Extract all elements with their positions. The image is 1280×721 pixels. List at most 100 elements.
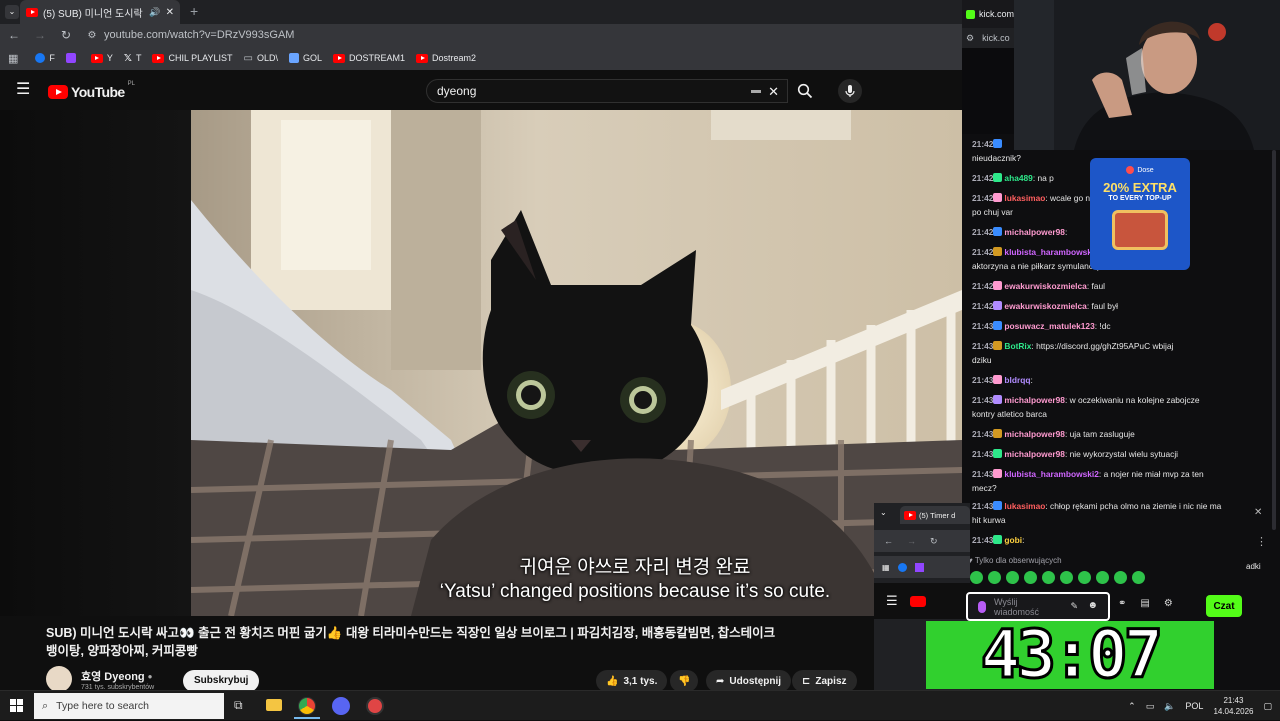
store-icon[interactable]: ▤ xyxy=(1140,598,1149,609)
video-player[interactable] xyxy=(191,110,962,616)
forward-icon[interactable]: → xyxy=(34,28,46,42)
voice-search-button[interactable] xyxy=(838,79,862,103)
discord-icon[interactable] xyxy=(332,697,350,715)
clock[interactable]: 21:43 14.04.2026 xyxy=(1213,695,1253,717)
taskbar-search-input[interactable]: ⌕ Type here to search xyxy=(34,693,224,719)
chat-username[interactable]: posuwacz_matulek123 xyxy=(1004,321,1094,331)
chat-username[interactable]: bldrqq xyxy=(1004,375,1030,385)
tab-search-icon[interactable]: ⌄ xyxy=(880,508,887,517)
site-settings-icon[interactable]: ⚙ xyxy=(86,30,98,41)
settings-icon[interactable]: ⚙ xyxy=(1164,598,1173,609)
emote-icon[interactable] xyxy=(1024,571,1037,584)
emote-icon[interactable] xyxy=(1042,571,1055,584)
ad-banner[interactable]: Dose 20% EXTRA TO EVERY TOP-UP xyxy=(1090,158,1190,270)
chat-username[interactable]: michalpower98 xyxy=(1004,449,1065,459)
emote-icon[interactable] xyxy=(1060,571,1073,584)
chat-message-input[interactable]: Wyślij wiadomość ✎ ☻ xyxy=(966,592,1110,621)
chat-username[interactable]: BotRix xyxy=(1004,341,1031,351)
bookmark-0[interactable]: F xyxy=(35,53,55,63)
microphone-icon[interactable] xyxy=(978,600,986,613)
kick-tab[interactable]: kick.com/ xyxy=(962,0,1022,28)
emote-icon[interactable] xyxy=(1006,571,1019,584)
search-button[interactable] xyxy=(788,79,822,103)
bookmark-1[interactable] xyxy=(65,53,80,63)
reload-icon[interactable]: ↻ xyxy=(60,28,72,42)
emote-icon[interactable] xyxy=(970,571,983,584)
chat-send-button[interactable]: Czat xyxy=(1206,595,1242,617)
chat-username[interactable]: klubista_harambowski2 xyxy=(1004,247,1099,257)
windows-start-icon[interactable] xyxy=(10,699,23,712)
chat-username[interactable]: aha489 xyxy=(1004,173,1032,183)
bookmark-3[interactable]: 𝕏T xyxy=(124,53,142,64)
translate-icon[interactable]: ✎ xyxy=(1070,601,1078,612)
chat-scrollbar[interactable] xyxy=(1272,150,1276,530)
bookmark-7[interactable]: DOSTREAM1 xyxy=(333,53,405,63)
app-icon[interactable] xyxy=(366,697,384,715)
chat-username[interactable]: klubista_harambowski2 xyxy=(1004,469,1099,479)
bookmark-2[interactable]: Y xyxy=(90,53,113,63)
emote-bar[interactable] xyxy=(970,571,1160,585)
bookmark-8[interactable]: Dostream2 xyxy=(416,53,476,63)
like-button[interactable]: 👍 3,1 tys. xyxy=(596,670,668,692)
twitch-icon[interactable] xyxy=(914,562,924,572)
emote-icon[interactable] xyxy=(988,571,1001,584)
bookmark-6[interactable]: GOL xyxy=(288,53,322,63)
mini-tab[interactable]: (5) Timer d xyxy=(900,506,970,524)
apps-grid-icon[interactable]: ▦ xyxy=(8,52,18,65)
subscribe-button[interactable]: Subskrybuj xyxy=(183,670,260,692)
tray-chevron-icon[interactable]: ⌃ xyxy=(1128,701,1136,712)
chat-username[interactable]: gobi xyxy=(1004,535,1022,545)
chat-username[interactable]: lukasimao xyxy=(1004,501,1045,511)
emote-icon[interactable] xyxy=(1114,571,1127,584)
tab-close-icon[interactable]: ✕ xyxy=(166,7,174,18)
tab-search-icon[interactable]: ⌄ xyxy=(5,5,19,19)
task-view-icon[interactable]: ⧉ xyxy=(234,698,243,713)
speaker-icon[interactable]: 🔊 xyxy=(149,7,160,18)
forward-icon[interactable]: → xyxy=(907,536,916,546)
new-tab-icon[interactable]: + xyxy=(190,3,198,19)
tab-youtube[interactable]: (5) SUB) 미니언 도시락 싸고 🔊 ✕ xyxy=(20,0,180,24)
site-settings-icon[interactable]: ⚙ xyxy=(966,33,974,44)
chrome-icon[interactable] xyxy=(298,697,316,715)
search-input[interactable]: dyeong ▬ ✕ xyxy=(426,79,788,103)
menu-icon[interactable]: ☰ xyxy=(16,82,30,98)
save-button[interactable]: ⊏ Zapisz xyxy=(792,670,857,692)
chat-message: 21:42 xyxy=(972,138,1240,150)
apps-grid-icon[interactable]: ▦ xyxy=(882,563,890,572)
menu-icon[interactable]: ☰ xyxy=(886,593,898,609)
facebook-icon[interactable] xyxy=(897,562,907,572)
network-icon[interactable]: ▭ xyxy=(1146,701,1155,712)
notifications-icon[interactable]: ▢ xyxy=(1263,701,1272,712)
chat-username[interactable]: michalpower98 xyxy=(1004,395,1065,405)
chat-username[interactable]: ewakurwiskozmielca xyxy=(1004,281,1086,291)
emote-icon[interactable] xyxy=(1096,571,1109,584)
chat-username[interactable]: michalpower98 xyxy=(1004,429,1065,439)
channel-avatar[interactable] xyxy=(46,666,72,692)
users-icon[interactable]: ⚭ xyxy=(1118,598,1126,609)
close-popup-icon[interactable]: ✕ xyxy=(1254,507,1262,518)
keyboard-icon[interactable]: ▬ xyxy=(751,85,761,96)
back-icon[interactable]: ← xyxy=(8,28,20,42)
clear-search-icon[interactable]: ✕ xyxy=(768,84,779,100)
language-indicator[interactable]: POL xyxy=(1185,701,1203,711)
emote-icon[interactable] xyxy=(1132,571,1145,584)
bookmark-4[interactable]: CHIL PLAYLIST xyxy=(152,53,233,63)
channel-name[interactable]: 효영 Dyeong ● xyxy=(81,668,152,684)
dislike-button[interactable]: 👎 xyxy=(670,670,699,692)
share-button[interactable]: ➦ Udostępnij xyxy=(706,670,792,692)
file-explorer-icon[interactable] xyxy=(266,699,282,711)
emote-icon[interactable] xyxy=(1078,571,1091,584)
chat-username[interactable]: michalpower98 xyxy=(1004,227,1065,237)
chat-message: 21:43 michalpower98: nie wykorzystal wiel… xyxy=(972,448,1240,460)
volume-icon[interactable]: 🔈 xyxy=(1164,701,1175,712)
url-field[interactable]: youtube.com/watch?v=DRzV993sGAM xyxy=(104,29,294,41)
chat-username[interactable]: lukasimao xyxy=(1004,193,1045,203)
more-options-icon[interactable]: ⋮ xyxy=(1256,535,1267,548)
reload-icon[interactable]: ↻ xyxy=(930,536,938,547)
youtube-logo-icon[interactable] xyxy=(909,595,926,607)
back-icon[interactable]: ← xyxy=(884,536,893,546)
youtube-logo[interactable]: YouTube PL xyxy=(48,81,135,100)
emoji-icon[interactable]: ☻ xyxy=(1087,600,1098,611)
chat-username[interactable]: ewakurwiskozmielca xyxy=(1004,301,1086,311)
bookmark-5[interactable]: ▭ OLD\ xyxy=(244,53,278,64)
